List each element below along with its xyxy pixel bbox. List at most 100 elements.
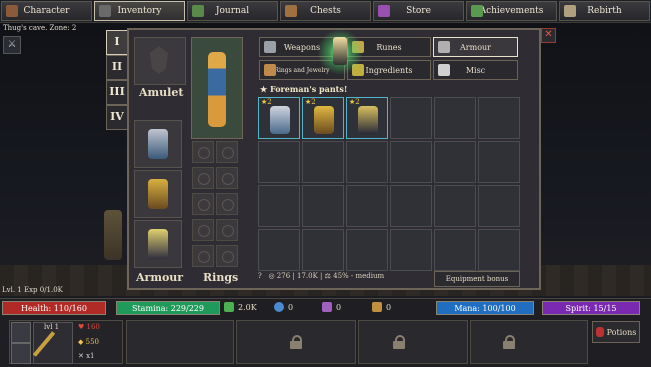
rebirth-icon: [564, 5, 576, 17]
orb-counter: 0: [274, 302, 293, 312]
pants-icon: [148, 229, 168, 259]
inventory-slot[interactable]: [478, 229, 520, 271]
potions-button[interactable]: Potions: [592, 321, 640, 343]
ring-icon: [264, 64, 276, 76]
inventory-slot[interactable]: [478, 141, 520, 183]
skill-slot-locked[interactable]: [470, 320, 588, 364]
amulet-slot[interactable]: [134, 37, 186, 85]
mask-icon: [150, 46, 168, 74]
weapon-mult: ✕ x1: [78, 352, 95, 360]
inventory-slot[interactable]: [390, 229, 432, 271]
inventory-slot[interactable]: ★2: [346, 97, 388, 139]
hero-figure: [208, 52, 226, 127]
level-exp-label: Lvl. 1 Exp 0/1.0K: [2, 286, 63, 294]
helmet-icon: [148, 129, 168, 159]
weapon-gold: ◆ 550: [78, 338, 99, 346]
inventory-slot[interactable]: [302, 229, 344, 271]
ring-slot[interactable]: [192, 245, 214, 267]
skill-slot[interactable]: [126, 320, 234, 364]
inventory-slot[interactable]: [346, 229, 388, 271]
journal-icon: [192, 5, 204, 17]
ring-slot[interactable]: [192, 193, 214, 215]
ring-slot[interactable]: [216, 141, 238, 163]
inventory-slot[interactable]: [390, 185, 432, 227]
amulet-label: Amulet: [139, 86, 184, 99]
tab-rebirth[interactable]: Rebirth: [559, 1, 650, 21]
ring-slot[interactable]: [192, 219, 214, 241]
helmet-slot[interactable]: [134, 120, 182, 168]
weapon-skill-icon[interactable]: [11, 322, 31, 343]
inventory-slot[interactable]: [434, 229, 476, 271]
mana-bar: Mana: 100/100: [436, 301, 534, 315]
tab-character[interactable]: Character: [1, 1, 92, 21]
coin-icon: ◎: [268, 272, 275, 280]
tab-journal[interactable]: Journal: [187, 1, 278, 21]
fragment-counter: 0: [372, 302, 391, 312]
ring-slot[interactable]: [216, 245, 238, 267]
stamina-bar: Stamina: 229/229: [116, 301, 220, 315]
tab-inventory[interactable]: Inventory: [94, 1, 185, 21]
pants-icon: [358, 106, 378, 134]
category-armour[interactable]: Armour: [433, 37, 518, 57]
inventory-slot[interactable]: [434, 97, 476, 139]
ring-slot[interactable]: [192, 141, 214, 163]
tier-star: ★2: [261, 98, 272, 106]
health-bar: Health: 110/160: [2, 301, 106, 315]
spirit-bar: Spirit: 15/15: [542, 301, 640, 315]
skill-slot-locked[interactable]: [358, 320, 468, 364]
ring-slot[interactable]: [216, 193, 238, 215]
inventory-slot[interactable]: ★2: [302, 97, 344, 139]
top-navigation: Character Inventory Journal Chests Store…: [0, 0, 651, 23]
weapon-icon: [264, 41, 276, 53]
lock-icon: [503, 335, 515, 349]
tab-achievements[interactable]: Achievements: [466, 1, 557, 21]
inventory-slot[interactable]: [434, 185, 476, 227]
pants-icon: [333, 37, 347, 65]
inventory-slot[interactable]: [258, 141, 300, 183]
chestplate-icon: [314, 106, 334, 134]
gem-counter: 0: [322, 302, 341, 312]
inventory-slot[interactable]: [302, 141, 344, 183]
inventory-slot[interactable]: [302, 185, 344, 227]
fragment-icon: [372, 302, 382, 312]
ring-slot[interactable]: [216, 219, 238, 241]
inventory-slot[interactable]: [390, 97, 432, 139]
armour-icon: [438, 41, 450, 53]
inventory-slot[interactable]: [434, 141, 476, 183]
zone-label: Thug's cave. Zone: 2: [3, 24, 77, 32]
potion-icon: [595, 327, 604, 337]
inventory-slot[interactable]: [258, 229, 300, 271]
ring-slot[interactable]: [216, 167, 238, 189]
inventory-slot[interactable]: [258, 185, 300, 227]
tab-chests[interactable]: Chests: [280, 1, 371, 21]
gem-icon: [322, 302, 332, 312]
equipment-bonus-button[interactable]: Equipment bonus: [434, 271, 520, 287]
store-icon: [378, 5, 390, 17]
inventory-slot[interactable]: [390, 141, 432, 183]
orb-icon: [274, 302, 284, 312]
inventory-slot[interactable]: [478, 97, 520, 139]
inventory-slot[interactable]: [346, 185, 388, 227]
tier-tab-4[interactable]: IV: [106, 105, 128, 130]
close-icon[interactable]: ✕: [541, 28, 556, 43]
tier-star: ★2: [349, 98, 360, 106]
tier-tab-1[interactable]: I: [106, 30, 128, 55]
sword-icon[interactable]: ⚔: [3, 36, 21, 54]
armour-label: Armour: [136, 271, 184, 284]
tab-store[interactable]: Store: [373, 1, 464, 21]
weapon-skill-icon[interactable]: [11, 343, 31, 364]
inventory-status: ? ◎ 276 | 17.0K | ⚖ 45% - medium: [258, 272, 385, 280]
inventory-slot[interactable]: [478, 185, 520, 227]
skill-slot-locked[interactable]: [236, 320, 356, 364]
ring-slot[interactable]: [192, 167, 214, 189]
inventory-slot[interactable]: [346, 141, 388, 183]
tier-tab-3[interactable]: III: [106, 80, 128, 105]
tier-tab-2[interactable]: II: [106, 55, 128, 80]
achievements-icon: [471, 5, 483, 17]
character-portrait: [191, 37, 243, 139]
pants-slot[interactable]: [134, 220, 182, 268]
chest-armour-slot[interactable]: [134, 170, 182, 218]
lock-icon: [393, 335, 405, 349]
category-misc[interactable]: Misc: [433, 60, 518, 80]
inventory-slot[interactable]: ★2: [258, 97, 300, 139]
